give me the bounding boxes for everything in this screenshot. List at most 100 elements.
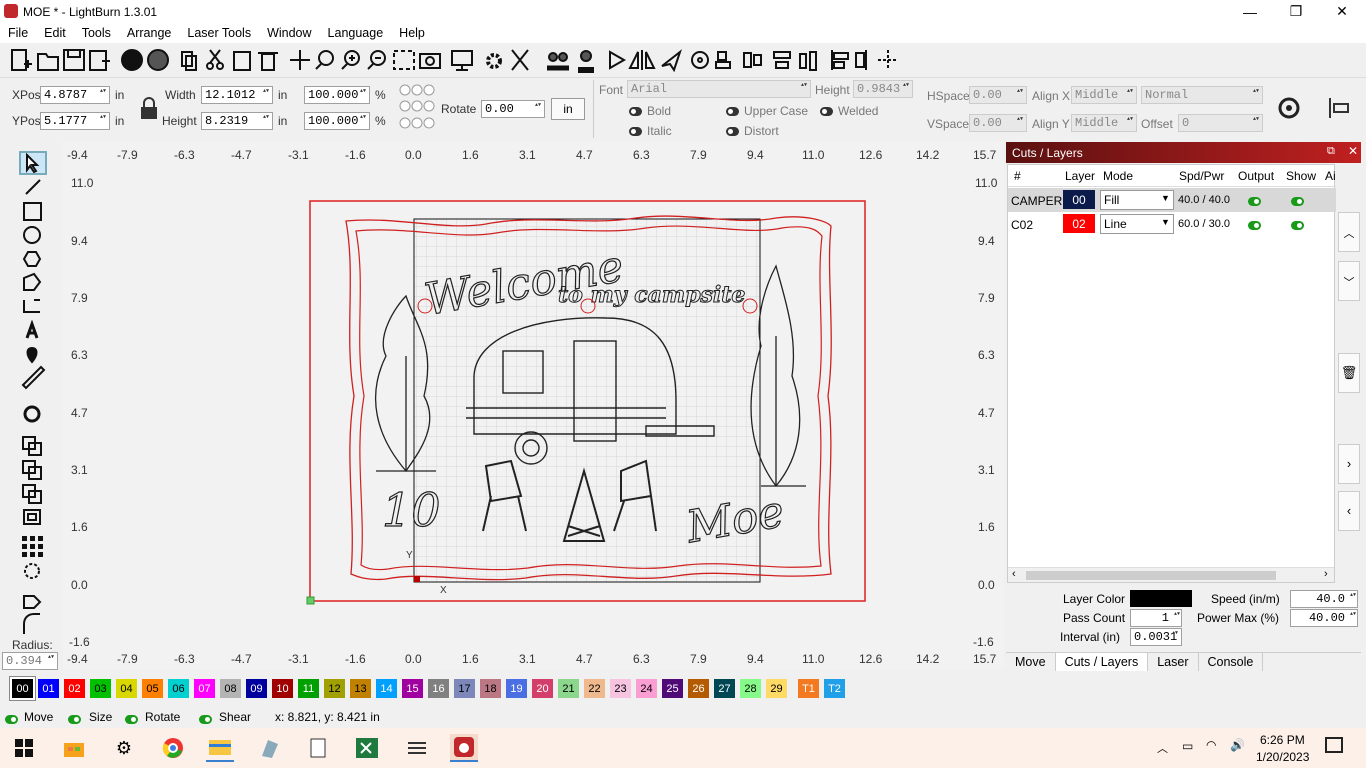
control-panel-icon[interactable] [403, 734, 431, 762]
expand-left-button[interactable]: ‹ [1338, 491, 1360, 531]
palette-swatch-04[interactable]: 04 [116, 679, 137, 698]
selection-handle[interactable] [306, 596, 315, 605]
send-icon[interactable] [661, 49, 682, 73]
output-toggle[interactable] [1248, 194, 1261, 208]
align-tool-icon[interactable] [1326, 96, 1352, 120]
layer-row[interactable]: CAMPER 00 Fill ▼ 40.0 / 40.0 [1008, 188, 1336, 212]
layer-color-box[interactable] [1130, 590, 1192, 607]
palette-swatch-01[interactable]: 01 [38, 679, 59, 698]
palette-swatch-17[interactable]: 17 [454, 679, 475, 698]
palette-swatch-00[interactable]: 00 [10, 677, 35, 700]
notes-icon[interactable] [256, 734, 284, 762]
new-file-icon[interactable] [11, 49, 32, 71]
vspace-input[interactable]: 0.00 [969, 114, 1027, 132]
palette-swatch-T1[interactable]: T1 [798, 679, 819, 698]
undock-icon[interactable]: ⧉ [1327, 145, 1335, 158]
clock-date[interactable]: 1/20/2023 [1256, 750, 1309, 764]
palette-swatch-07[interactable]: 07 [194, 679, 215, 698]
store-icon[interactable] [60, 734, 88, 762]
notifications-icon[interactable] [1325, 737, 1343, 753]
redo-icon[interactable] [147, 49, 169, 71]
palette-swatch-13[interactable]: 13 [350, 679, 371, 698]
offset-shapes-icon[interactable] [23, 405, 41, 423]
corner-radius-icon[interactable] [23, 613, 40, 634]
move-layer-up-button[interactable]: ︿ [1338, 212, 1360, 252]
boolean-subtract-icon[interactable] [22, 460, 42, 480]
palette-swatch-16[interactable]: 16 [428, 679, 449, 698]
palette-swatch-23[interactable]: 23 [610, 679, 631, 698]
menu-help[interactable]: Help [391, 23, 433, 43]
width-input[interactable]: 12.1012 [201, 86, 273, 104]
line-tool-icon[interactable] [23, 299, 40, 313]
move-tool-icon[interactable] [290, 50, 310, 70]
palette-swatch-12[interactable]: 12 [324, 679, 345, 698]
battery-icon[interactable]: ▭ [1182, 739, 1193, 753]
panel-close-icon[interactable]: ✕ [1348, 144, 1358, 158]
palette-swatch-11[interactable]: 11 [298, 679, 319, 698]
undo-icon[interactable] [121, 49, 143, 71]
align-middle-icon[interactable] [743, 52, 762, 68]
save-icon[interactable] [63, 49, 85, 71]
upper-case-toggle[interactable]: Upper Case [726, 104, 808, 118]
palette-swatch-21[interactable]: 21 [558, 679, 579, 698]
chrome-icon[interactable] [159, 734, 187, 762]
show-toggle[interactable] [1291, 194, 1304, 208]
palette-swatch-09[interactable]: 09 [246, 679, 267, 698]
palette-swatch-06[interactable]: 06 [168, 679, 189, 698]
palette-swatch-02[interactable]: 02 [64, 679, 85, 698]
mirror-icon[interactable] [628, 50, 656, 70]
frame-icon[interactable] [393, 50, 415, 70]
align-x-select[interactable]: Middle [1071, 86, 1137, 104]
chevron-up-icon[interactable]: ︿ [1157, 740, 1168, 756]
menu-window[interactable]: Window [259, 23, 319, 43]
weld-icon[interactable] [23, 509, 41, 525]
scroll-right-icon[interactable]: › [1324, 568, 1328, 580]
offset-input[interactable]: 0 [1178, 114, 1263, 132]
grid-array-icon[interactable] [22, 536, 43, 557]
lightburn-taskbar-icon[interactable] [450, 734, 478, 762]
height-percent-input[interactable]: 100.000 [304, 112, 370, 130]
font-select[interactable]: Arial [627, 80, 811, 98]
distribute-v-icon[interactable] [799, 51, 817, 71]
menu-file[interactable]: File [0, 23, 36, 43]
rotate-input[interactable]: 0.00 [481, 100, 545, 118]
menu-language[interactable]: Language [320, 23, 392, 43]
welded-toggle[interactable]: Welded [820, 104, 878, 118]
tools-icon[interactable] [511, 49, 529, 71]
unit-toggle-button[interactable]: in [551, 98, 585, 120]
rectangle-tool-icon[interactable] [23, 202, 42, 221]
maximize-button[interactable]: ❐ [1273, 0, 1319, 23]
measure-tool-icon[interactable] [21, 365, 46, 390]
ypos-input[interactable]: 5.1777 [40, 112, 110, 130]
clock-time[interactable]: 6:26 PM [1260, 733, 1305, 747]
pen-tool-icon[interactable] [23, 272, 42, 291]
rotate-toggle[interactable] [125, 712, 138, 726]
document-icon[interactable] [304, 734, 332, 762]
delete-layer-button[interactable]: 🗑 [1338, 353, 1360, 393]
settings-gear-icon[interactable]: ⚙ [110, 734, 138, 762]
align-right-icon[interactable] [855, 50, 867, 70]
width-percent-input[interactable]: 100.000 [304, 86, 370, 104]
refresh-icon[interactable] [1276, 95, 1302, 121]
bold-toggle[interactable]: Bold [629, 104, 671, 118]
menu-arrange[interactable]: Arrange [119, 23, 179, 43]
monitor-icon[interactable] [451, 50, 473, 71]
palette-swatch-03[interactable]: 03 [90, 679, 111, 698]
design-artwork[interactable]: Welcome to my campsite 10 Moe Y X [306, 196, 870, 608]
font-height-input[interactable]: 0.9843 [853, 80, 913, 98]
palette-swatch-24[interactable]: 24 [636, 679, 657, 698]
size-toggle[interactable] [68, 712, 81, 726]
palette-swatch-28[interactable]: 28 [740, 679, 761, 698]
boolean-union-icon[interactable] [22, 436, 42, 456]
menu-laser-tools[interactable]: Laser Tools [179, 23, 259, 43]
file-explorer-icon[interactable] [206, 734, 234, 762]
palette-swatch-29[interactable]: 29 [766, 679, 787, 698]
layer-row[interactable]: C02 02 Line ▼ 60.0 / 30.0 [1008, 212, 1336, 236]
cut-icon[interactable] [206, 49, 224, 70]
edit-nodes-icon[interactable] [25, 179, 41, 195]
scroll-left-icon[interactable]: ‹ [1012, 568, 1016, 580]
zoom-in-icon[interactable] [341, 50, 360, 70]
palette-swatch-20[interactable]: 20 [532, 679, 553, 698]
volume-icon[interactable]: 🔊 [1230, 738, 1245, 752]
output-toggle[interactable] [1248, 218, 1261, 232]
